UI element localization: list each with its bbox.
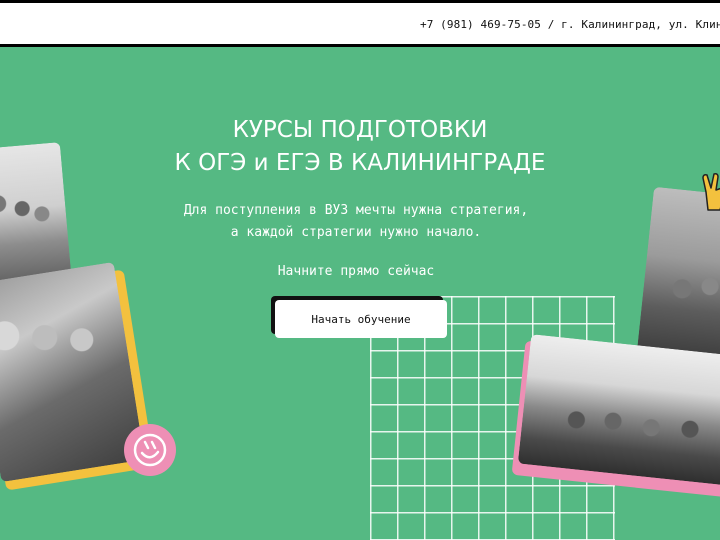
top-bar: +7 (981) 469-75-05 / г. Калининград, ул.… [0, 0, 720, 47]
group-photo-right-bottom [517, 334, 720, 486]
cta-caption: Начните прямо сейчас [277, 264, 435, 279]
hero-subtitle-line2: а каждой стратегии нужно начало. [230, 225, 482, 240]
hero-title-line1: КУРСЫ ПОДГОТОВКИ [232, 117, 488, 143]
contact-info[interactable]: +7 (981) 469-75-05 / г. Калининград, ул.… [420, 18, 720, 31]
smiley-sticker-icon [124, 424, 176, 476]
start-learning-button[interactable]: Начать обучение [275, 300, 447, 338]
hero-subtitle-line1: Для поступления в ВУЗ мечты нужна страте… [183, 203, 529, 218]
hero-title-line2: К ОГЭ и ЕГЭ В КАЛИНИНГРАДЕ [174, 150, 546, 176]
